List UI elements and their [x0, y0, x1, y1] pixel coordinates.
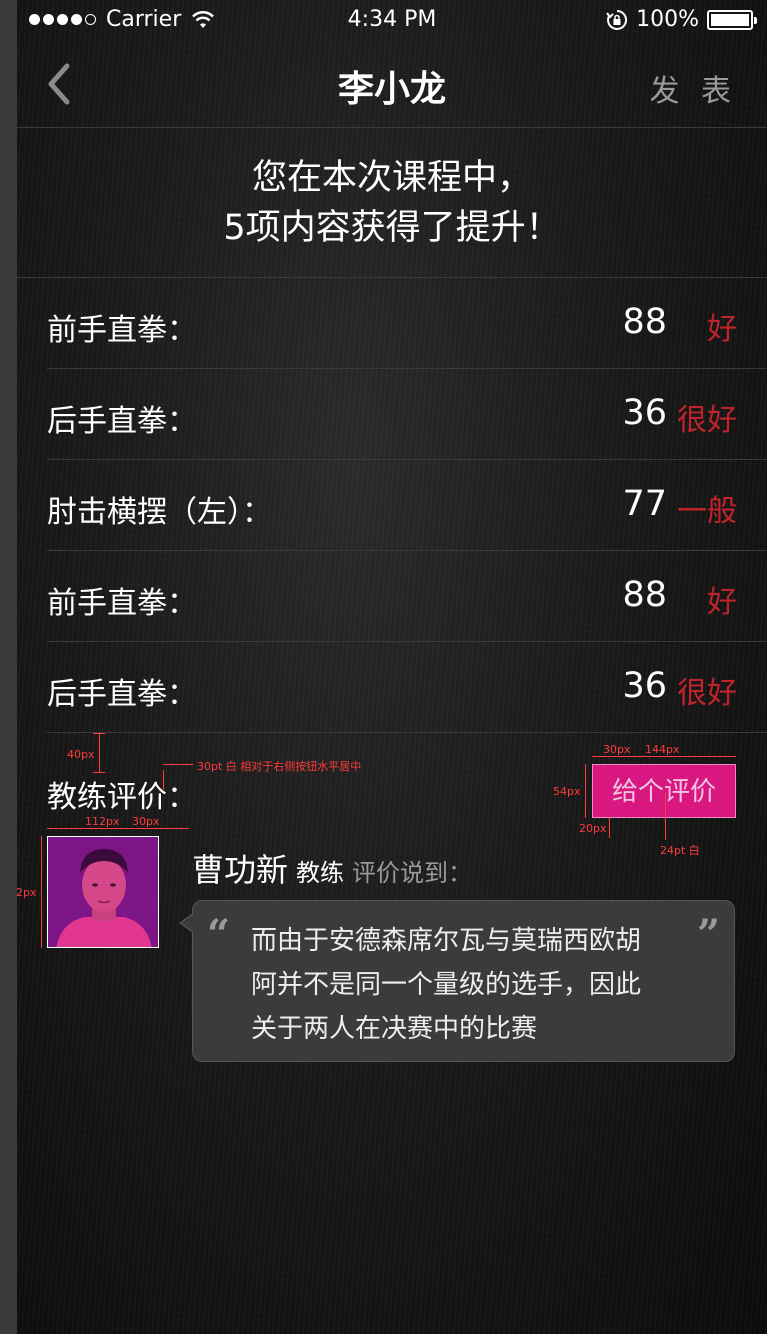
status-bar: Carrier 4:34 PM 100%	[17, 0, 767, 40]
screen: Carrier 4:34 PM 100% 李小龙 发 表 您在本次课程中， 5项…	[17, 0, 767, 1334]
annotation-112h: 112px	[17, 886, 37, 899]
score-rating: 好	[707, 585, 737, 620]
annotation-line	[585, 764, 586, 818]
annotation-line	[163, 770, 164, 790]
score-value: 36	[622, 393, 667, 433]
annotation-30w: 30px	[132, 815, 160, 828]
annotation-54px: 54px	[553, 785, 581, 798]
battery-icon	[707, 9, 757, 30]
score-value: 88	[622, 302, 667, 342]
coach-role: 教练	[296, 859, 345, 887]
score-label: 前手直拳：	[47, 313, 197, 348]
comment-line: 关于两人在决赛中的比赛	[251, 1014, 538, 1044]
comment-text: 而由于安德森席尔瓦与莫瑞西欧胡 阿并不是同一个量级的选手，因此 关于两人在决赛中…	[251, 919, 691, 1051]
headline-line-1: 您在本次课程中，	[251, 158, 532, 198]
battery-percent: 100%	[636, 7, 699, 32]
status-right: 100%	[606, 7, 757, 32]
annotation-line	[592, 756, 736, 757]
battery-fill	[711, 13, 749, 26]
rate-button[interactable]: 给个评价	[592, 764, 736, 818]
score-row: 后手直拳： 36 很好	[47, 369, 767, 460]
annotation-line	[99, 733, 100, 773]
headline-line-2: 5项内容获得了提升！	[223, 208, 561, 248]
score-value: 36	[622, 666, 667, 706]
comment-line: 而由于安德森席尔瓦与莫瑞西欧胡	[251, 926, 642, 956]
score-value: 77	[622, 484, 667, 524]
annotation-30px-b: 30px	[603, 743, 631, 756]
comment-line: 阿并不是同一个量级的选手，因此	[251, 970, 642, 1000]
score-rating: 很好	[677, 403, 737, 438]
annotation-line	[159, 828, 189, 829]
annotation-30pt-note: 30pt 白 相对于右侧按钮水平居中	[197, 760, 362, 773]
score-rating: 好	[707, 312, 737, 347]
score-value: 88	[622, 575, 667, 615]
annotation-line	[41, 836, 42, 948]
left-edge-bar	[0, 0, 17, 1334]
annotation-line	[93, 772, 105, 773]
score-row: 前手直拳： 88 好	[47, 551, 767, 642]
rotation-lock-icon	[606, 9, 628, 30]
coach-said-label: 评价说到：	[352, 859, 473, 887]
review-title: 教练评价：	[47, 780, 197, 815]
score-row: 前手直拳： 88 好	[47, 278, 767, 369]
coach-avatar	[47, 836, 159, 948]
annotation-line	[665, 792, 666, 840]
annotation-line	[609, 818, 610, 838]
score-label: 后手直拳：	[47, 404, 197, 439]
score-row: 后手直拳： 36 很好	[47, 642, 767, 733]
score-rating: 一般	[677, 494, 737, 529]
coach-line: 曹功新 教练 评价说到：	[192, 845, 472, 891]
score-rating: 很好	[677, 676, 737, 711]
annotation-40px: 40px	[67, 748, 95, 761]
annotation-144px: 144px	[645, 743, 680, 756]
close-quote-icon: ”	[696, 911, 720, 958]
annotation-24pt: 24pt 白	[660, 844, 700, 857]
nav-bar: 李小龙 发 表	[17, 40, 767, 128]
score-label: 后手直拳：	[47, 677, 197, 712]
headline: 您在本次课程中， 5项内容获得了提升！	[17, 128, 767, 278]
annotation-line	[163, 764, 193, 765]
comment-bubble: “ ” 而由于安德森席尔瓦与莫瑞西欧胡 阿并不是同一个量级的选手，因此 关于两人…	[179, 900, 735, 1062]
score-row: 肘击横摆（左）： 77 一般	[47, 460, 767, 551]
score-list: 前手直拳： 88 好 后手直拳： 36 很好 肘击横摆（左）： 77 一般 前手…	[47, 278, 767, 733]
avatar-portrait	[48, 837, 158, 947]
score-label: 前手直拳：	[47, 586, 197, 621]
publish-button[interactable]: 发 表	[649, 66, 737, 110]
score-label: 肘击横摆（左）：	[47, 495, 272, 530]
annotation-112w: 112px	[85, 815, 120, 828]
coach-name: 曹功新	[192, 851, 289, 889]
annotation-line	[93, 733, 105, 734]
annotation-line	[47, 828, 159, 829]
annotation-20px: 20px	[579, 822, 607, 835]
open-quote-icon: “	[207, 911, 231, 958]
